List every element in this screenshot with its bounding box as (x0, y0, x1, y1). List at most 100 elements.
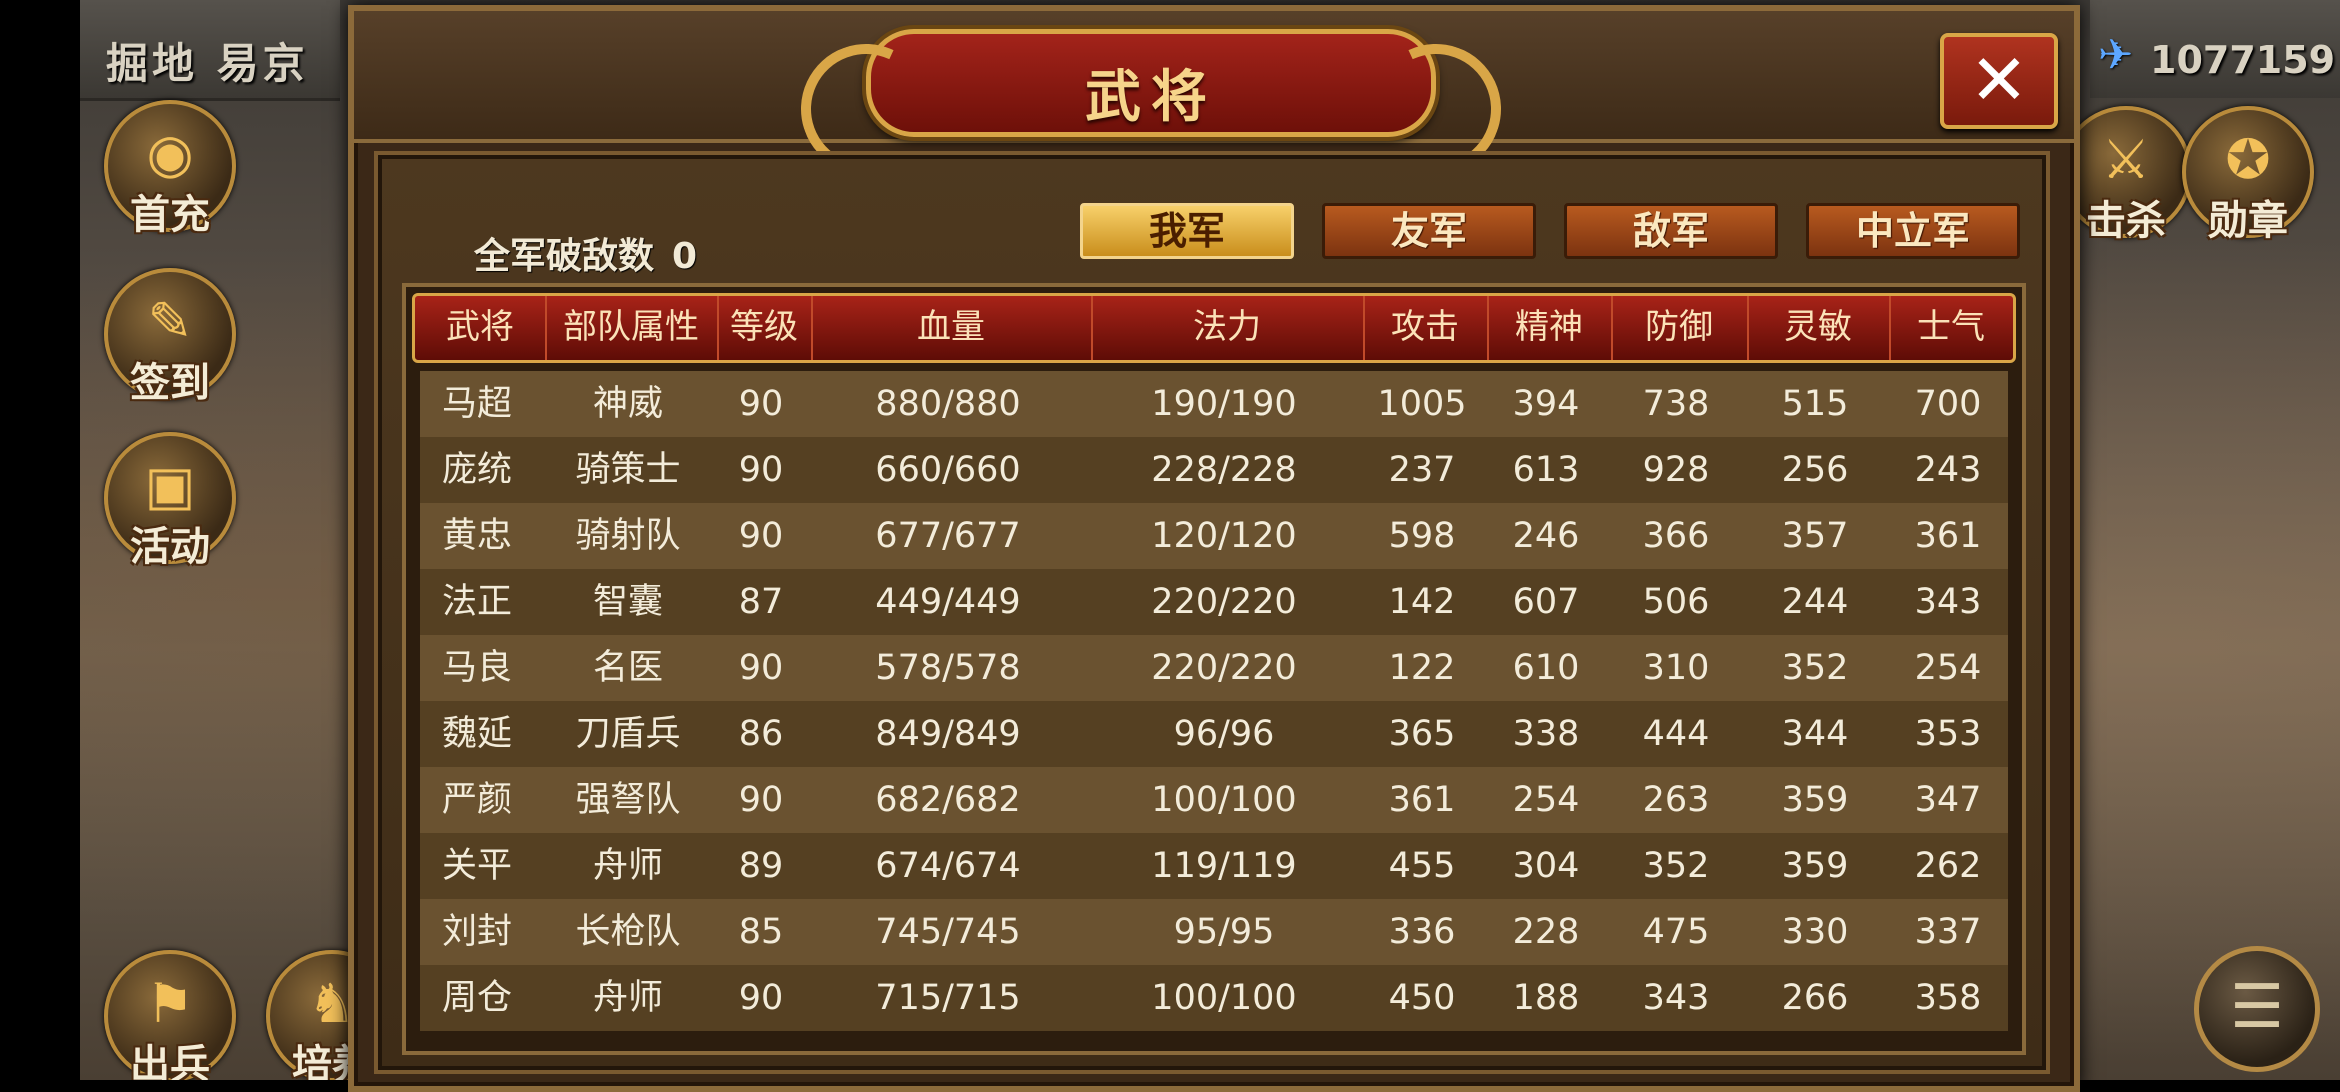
cell-hp: 660/660 (875, 450, 1021, 490)
kill-count-label: 全军破敌数 (474, 236, 655, 277)
cell-spirit: 188 (1512, 978, 1580, 1018)
cell-level: 86 (738, 714, 784, 754)
cell-agility: 515 (1781, 384, 1849, 424)
cell-defense: 928 (1642, 450, 1710, 490)
dialog-title: 武将 (1085, 65, 1217, 130)
menu-button[interactable]: ☰ (2194, 946, 2320, 1072)
activity-button[interactable]: ▣ 活动 (104, 432, 236, 570)
column-header-mana: 法力 (1091, 296, 1365, 360)
medal-icon: ✪ (2225, 128, 2271, 191)
cell-agility: 330 (1781, 912, 1849, 952)
column-header-morale: 士气 (1917, 307, 1985, 347)
flag-icon: ⚑ (145, 972, 195, 1035)
money-bag-icon: ◉ (146, 122, 194, 185)
deploy-button[interactable]: ⚑ 出兵 (104, 950, 236, 1080)
cell-agility: 357 (1781, 516, 1849, 556)
cell-agility: 266 (1781, 978, 1849, 1018)
cell-troop-type: 刀盾兵 (575, 714, 681, 754)
table-header: 武将 部队属性 等级 血量 法力 攻击 精神 防御 灵敏 士气 (412, 293, 2016, 363)
cell-spirit: 254 (1512, 780, 1580, 820)
cell-agility: 359 (1781, 846, 1849, 886)
kill-count: 全军破敌数 0 (474, 227, 697, 279)
cell-level: 90 (738, 978, 784, 1018)
cell-level: 87 (738, 582, 784, 622)
table-row[interactable]: 刘封 长枪队 85 745/745 95/95 336 228 475 330 337 (420, 899, 2008, 965)
kill-count-value: 0 (672, 236, 698, 277)
dialog-body: 全军破敌数 0 我军 友军 敌军 中立军 武将 部队属性 等级 血量 法力 攻击 精神 防御 灵敏… (374, 151, 2050, 1074)
treasure-chest-icon: ▣ (144, 454, 196, 517)
cell-spirit: 613 (1512, 450, 1580, 490)
location-label: 掘地 易京 (106, 39, 309, 88)
cell-troop-type: 骑策士 (575, 450, 681, 490)
table-row[interactable]: 马良 名医 90 578/578 220/220 122 610 310 352 254 (420, 635, 2008, 701)
cell-mana: 228/228 (1151, 450, 1297, 490)
cell-defense: 738 (1642, 384, 1710, 424)
table-row[interactable]: 严颜 强弩队 90 682/682 100/100 361 254 263 359 347 (420, 767, 2008, 833)
table-row[interactable]: 周仓 舟师 90 715/715 100/100 450 188 343 266 358 (420, 965, 2008, 1031)
column-header-troop-type: 部队属性 (545, 296, 719, 360)
cell-troop-type: 骑射队 (575, 516, 681, 556)
cell-spirit: 246 (1512, 516, 1580, 556)
cell-mana: 120/120 (1151, 516, 1297, 556)
cell-morale: 358 (1914, 978, 1982, 1018)
generals-table: 武将 部队属性 等级 血量 法力 攻击 精神 防御 灵敏 士气 马超 神威 90 880/880 190/… (402, 283, 2026, 1055)
faction-tabs: 我军 友军 敌军 中立军 (1080, 203, 2020, 259)
cell-defense: 310 (1642, 648, 1710, 688)
cell-defense: 366 (1642, 516, 1710, 556)
table-row[interactable]: 魏延 刀盾兵 86 849/849 96/96 365 338 444 344 353 (420, 701, 2008, 767)
cell-spirit: 228 (1512, 912, 1580, 952)
cell-mana: 95/95 (1173, 912, 1275, 952)
activity-label: 活动 (130, 524, 210, 570)
column-header-attack: 攻击 (1363, 296, 1489, 360)
menu-icon: ☰ (2230, 972, 2284, 1042)
table-row[interactable]: 黄忠 骑射队 90 677/677 120/120 598 246 366 357 361 (420, 503, 2008, 569)
tab-neutral-army[interactable]: 中立军 (1806, 203, 2020, 259)
cell-troop-type: 舟师 (592, 978, 663, 1018)
cell-troop-type: 神威 (592, 384, 663, 424)
cell-hp: 674/674 (875, 846, 1021, 886)
cell-attack: 598 (1388, 516, 1456, 556)
cell-level: 89 (738, 846, 784, 886)
cell-general: 关平 (441, 846, 512, 886)
cell-general: 魏延 (441, 714, 512, 754)
cell-troop-type: 舟师 (592, 846, 663, 886)
table-row[interactable]: 关平 舟师 89 674/674 119/119 455 304 352 359 262 (420, 833, 2008, 899)
cell-morale: 343 (1914, 582, 1982, 622)
cell-morale: 347 (1914, 780, 1982, 820)
cell-attack: 361 (1388, 780, 1456, 820)
medal-button[interactable]: ✪ 勋章 (2182, 106, 2314, 244)
cell-hp: 578/578 (875, 648, 1021, 688)
location-bar: 掘地 易京 (80, 0, 340, 101)
table-row[interactable]: 庞统 骑策士 90 660/660 228/228 237 613 928 256 243 (420, 437, 2008, 503)
tab-allied-army[interactable]: 友军 (1322, 203, 1536, 259)
dialog-header: 武将 ✕ (354, 11, 2074, 193)
cell-morale: 361 (1914, 516, 1982, 556)
tab-own-army[interactable]: 我军 (1080, 203, 1294, 259)
tab-enemy-army[interactable]: 敌军 (1564, 203, 1778, 259)
crossed-swords-icon: ⚔ (2101, 128, 2151, 191)
cell-defense: 444 (1642, 714, 1710, 754)
cell-spirit: 607 (1512, 582, 1580, 622)
column-header-spirit: 精神 (1487, 296, 1613, 360)
table-row[interactable]: 马超 神威 90 880/880 190/190 1005 394 738 515 700 (420, 371, 2008, 437)
cell-troop-type: 名医 (592, 648, 663, 688)
cell-attack: 455 (1388, 846, 1456, 886)
cell-spirit: 394 (1512, 384, 1580, 424)
cell-hp: 745/745 (875, 912, 1021, 952)
scroll-brush-icon: ✎ (147, 290, 193, 353)
table-row[interactable]: 法正 智囊 87 449/449 220/220 142 607 506 244 343 (420, 569, 2008, 635)
sign-in-button[interactable]: ✎ 签到 (104, 268, 236, 406)
first-recharge-label: 首充 (130, 192, 210, 238)
generals-dialog: 武将 ✕ 全军破敌数 0 我军 友军 敌军 中立军 武将 部队属性 等级 血量 法力 攻击精… (348, 5, 2080, 1092)
first-recharge-button[interactable]: ◉ 首充 (104, 100, 236, 238)
cell-mana: 96/96 (1173, 714, 1275, 754)
close-button[interactable]: ✕ (1940, 33, 2058, 129)
cell-troop-type: 长枪队 (575, 912, 681, 952)
cell-attack: 122 (1388, 648, 1456, 688)
cell-hp: 880/880 (875, 384, 1021, 424)
cell-mana: 100/100 (1151, 978, 1297, 1018)
cell-agility: 244 (1781, 582, 1849, 622)
sign-in-label: 签到 (130, 360, 210, 406)
cell-hp: 682/682 (875, 780, 1021, 820)
cell-morale: 337 (1914, 912, 1982, 952)
